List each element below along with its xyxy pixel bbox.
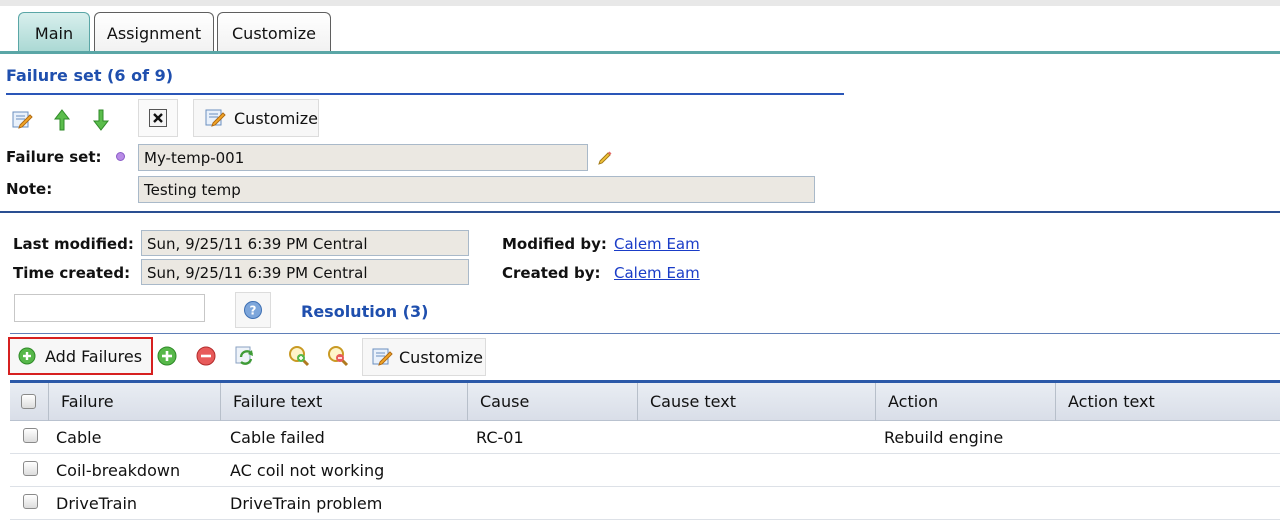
tab-assignment[interactable]: Assignment [94, 12, 214, 53]
customize-button[interactable]: Customize [193, 99, 319, 137]
row-checkbox[interactable] [23, 494, 38, 509]
select-all-cell [10, 383, 49, 421]
time-created-label: Time created: [13, 264, 131, 282]
edit-button[interactable] [8, 106, 36, 134]
tab-bar-line [0, 51, 1280, 54]
column-header-cause[interactable]: Cause [468, 383, 638, 421]
top-strip [0, 0, 1280, 6]
column-header-action[interactable]: Action [876, 383, 1056, 421]
last-modified-field: Sun, 9/25/11 6:39 PM Central [141, 230, 469, 256]
section-divider [0, 211, 1280, 213]
last-modified-label: Last modified: [13, 235, 134, 253]
add-circle-icon [18, 347, 36, 365]
column-header-failure[interactable]: Failure [49, 383, 221, 421]
svg-text:?: ? [250, 304, 257, 318]
failure-text-cell: DriveTrain problem [230, 494, 383, 513]
modified-by-label: Modified by: [502, 235, 607, 253]
zoom-out-button[interactable] [324, 342, 352, 370]
failure-set-field[interactable]: My-temp-001 [138, 144, 588, 171]
tab-main-label: Main [34, 23, 74, 43]
tab-customize[interactable]: Customize [217, 12, 331, 53]
refresh-icon [235, 346, 254, 365]
refresh-button[interactable] [231, 342, 259, 370]
column-header-failure-text[interactable]: Failure text [221, 383, 468, 421]
failure-cell: Coil-breakdown [56, 461, 181, 480]
failure-text-cell: AC coil not working [230, 461, 385, 480]
zoom-in-icon [289, 346, 310, 367]
remove-circle-icon [196, 346, 216, 366]
remove-row-button[interactable] [192, 342, 220, 370]
modified-by-link[interactable]: Calem Eam [614, 235, 700, 253]
pencil-icon [598, 151, 612, 165]
customize-icon [205, 109, 226, 127]
failure-set-label: Failure set: [6, 148, 102, 166]
tab-customize-label: Customize [232, 23, 316, 43]
cause-cell: RC-01 [476, 428, 524, 447]
table-row[interactable]: Cable Cable failed RC-01 Rebuild engine [10, 421, 1280, 454]
row-checkbox[interactable] [23, 461, 38, 476]
edit-field-button[interactable] [591, 143, 619, 171]
table-row[interactable]: Coil-breakdown AC coil not working [10, 454, 1280, 487]
customize-label: Customize [234, 108, 318, 128]
table-row[interactable]: DriveTrain DriveTrain problem [10, 487, 1280, 520]
required-dot-icon [116, 152, 125, 161]
note-field[interactable]: Testing temp [138, 176, 815, 203]
arrow-down-icon [92, 109, 110, 131]
created-by-link[interactable]: Calem Eam [614, 264, 700, 282]
grid-customize-button[interactable]: Customize [362, 338, 486, 376]
grid-header: Failure Failure text Cause Cause text Ac… [10, 380, 1280, 421]
help-button[interactable]: ? [235, 292, 271, 328]
failure-text-cell: Cable failed [230, 428, 325, 447]
close-icon [149, 109, 167, 127]
add-row-button[interactable] [153, 342, 181, 370]
resolution-search-input[interactable] [14, 294, 205, 322]
help-icon: ? [244, 301, 262, 319]
zoom-out-icon [328, 346, 349, 367]
resolution-title: Resolution (3) [301, 302, 429, 321]
customize-icon [372, 348, 393, 366]
title-underline [6, 93, 844, 95]
created-by-label: Created by: [502, 264, 601, 282]
add-failures-button[interactable]: Add Failures [8, 337, 153, 375]
delete-button[interactable] [138, 99, 178, 137]
grid-divider [10, 333, 1280, 334]
column-header-action-text[interactable]: Action text [1056, 383, 1280, 421]
tab-assignment-label: Assignment [106, 23, 202, 43]
move-down-button[interactable] [87, 106, 115, 134]
grid-customize-label: Customize [399, 347, 483, 367]
column-header-cause-text[interactable]: Cause text [638, 383, 876, 421]
add-circle-icon [157, 346, 177, 366]
time-created-field: Sun, 9/25/11 6:39 PM Central [141, 259, 469, 285]
add-failures-label: Add Failures [45, 346, 143, 366]
failure-cell: Cable [56, 428, 102, 447]
zoom-in-button[interactable] [285, 342, 313, 370]
page-title: Failure set (6 of 9) [6, 66, 174, 85]
action-cell: Rebuild engine [884, 428, 1004, 447]
move-up-button[interactable] [48, 106, 76, 134]
tab-main[interactable]: Main [18, 12, 90, 53]
select-all-checkbox[interactable] [21, 394, 36, 409]
edit-icon [12, 111, 33, 129]
arrow-up-icon [53, 109, 71, 131]
row-checkbox[interactable] [23, 428, 38, 443]
note-label: Note: [6, 180, 53, 198]
failure-cell: DriveTrain [56, 494, 138, 513]
